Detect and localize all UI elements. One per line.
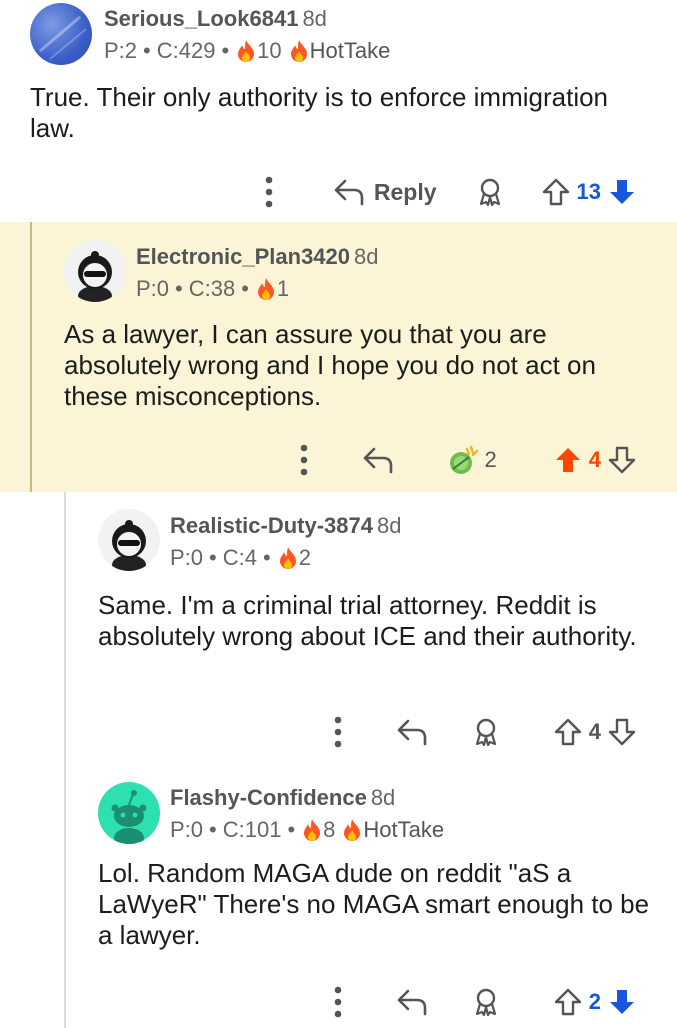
reply-button[interactable]: Reply: [332, 177, 437, 207]
award-count: 2: [484, 447, 497, 472]
award-icon: [471, 987, 501, 1017]
comment-actions: 2: [303, 982, 637, 1022]
avatar[interactable]: [98, 509, 160, 571]
upvote-icon[interactable]: [553, 445, 583, 475]
comment-serious-look: Serious_Look6841 8d P:2 • C:429 • 10 HotT…: [0, 0, 677, 222]
user-stats: P:0 • C:4 • 2: [170, 545, 311, 570]
reply-label: Reply: [373, 178, 437, 205]
comment-karma: C:429: [156, 38, 216, 63]
more-button[interactable]: [333, 985, 343, 1019]
username[interactable]: Realistic-Duty-3874 8d: [170, 513, 401, 539]
more-button[interactable]: [333, 715, 343, 749]
award-given-icon: [449, 445, 478, 474]
downvote-icon[interactable]: [607, 987, 637, 1017]
award-button[interactable]: [471, 717, 501, 747]
comment-body: As a lawyer, I can assure you that you a…: [64, 319, 596, 411]
comment-karma: C:4: [222, 545, 257, 570]
username-text[interactable]: Realistic-Duty-3874: [170, 513, 373, 538]
vote-controls: 4: [553, 717, 637, 747]
fire-icon: [235, 39, 257, 63]
vote-controls: 4: [553, 445, 637, 475]
award-button[interactable]: [475, 177, 505, 207]
fire-count: 1: [276, 276, 290, 301]
downvote-icon[interactable]: [607, 445, 637, 475]
username-text[interactable]: Electronic_Plan3420: [136, 244, 350, 269]
upvote-icon[interactable]: [553, 987, 583, 1017]
avatar[interactable]: [30, 3, 92, 65]
comment-actions: Reply 13: [234, 172, 637, 212]
more-icon: [333, 715, 343, 749]
award-icon: [475, 177, 505, 207]
fire-count: 8: [323, 817, 336, 842]
comment-actions: 2 4: [269, 440, 638, 480]
comment-karma: C:38: [188, 276, 236, 301]
post-karma: P:0: [170, 817, 204, 842]
fire-icon: [277, 546, 299, 570]
fire-count: 2: [298, 545, 311, 570]
user-flair: HotTake: [309, 38, 391, 63]
award-button[interactable]: [471, 987, 501, 1017]
username[interactable]: Electronic_Plan3420 8d: [136, 244, 379, 270]
user-stats: P:0 • C:38 • 1: [136, 276, 290, 301]
comment-age: 8d: [370, 785, 396, 810]
comment-body: True. Their only authority is to enforce…: [30, 82, 609, 143]
reply-icon: [332, 177, 366, 207]
comment-body: Same. I'm a criminal trial attorney. Red…: [98, 590, 637, 651]
award-button[interactable]: 2: [447, 443, 497, 477]
comment-age: 8d: [376, 513, 402, 538]
downvote-icon[interactable]: [607, 177, 637, 207]
comment-electronic-plan: Electronic_Plan3420 8d P:0 • C:38 • 1 As …: [0, 222, 677, 492]
vote-controls: 2: [553, 987, 637, 1017]
user-flair: HotTake: [363, 817, 445, 842]
reply-icon: [361, 445, 395, 475]
reply-icon: [395, 987, 429, 1017]
thread-line[interactable]: [64, 492, 66, 762]
more-icon: [333, 985, 343, 1019]
reply-icon: [395, 717, 429, 747]
reply-button[interactable]: [361, 445, 395, 475]
more-button[interactable]: [299, 443, 309, 477]
comment-actions: 4: [303, 712, 637, 752]
avatar[interactable]: [64, 240, 126, 302]
fire-count: 10: [257, 38, 282, 63]
post-karma: P:0: [170, 545, 204, 570]
more-icon: [264, 175, 274, 209]
username-text[interactable]: Serious_Look6841: [104, 6, 298, 31]
thread-line[interactable]: [64, 762, 66, 1028]
more-button[interactable]: [264, 175, 274, 209]
username[interactable]: Flashy-Confidence 8d: [170, 785, 395, 811]
reply-button[interactable]: [395, 717, 429, 747]
fire-icon: [301, 818, 323, 842]
vote-count: 13: [576, 179, 601, 204]
post-karma: P:0: [136, 276, 170, 301]
post-karma: P:2: [104, 38, 138, 63]
downvote-icon[interactable]: [607, 717, 637, 747]
avatar[interactable]: [98, 782, 160, 844]
comment-body: Lol. Random MAGA dude on reddit "aS a La…: [98, 858, 650, 950]
comment-karma: C:101: [222, 817, 282, 842]
more-icon: [299, 443, 309, 477]
vote-count: 4: [588, 719, 601, 744]
comment-age: 8d: [354, 244, 379, 269]
vote-controls: 13: [541, 177, 637, 207]
user-stats: P:2 • C:429 • 10 HotTake: [104, 38, 391, 63]
upvote-icon[interactable]: [553, 717, 583, 747]
user-stats: P:0 • C:101 • 8 HotTake: [170, 817, 445, 842]
award-icon: [471, 717, 501, 747]
vote-count: 4: [588, 447, 601, 472]
vote-count: 2: [588, 989, 601, 1014]
thread-line[interactable]: [30, 222, 32, 492]
fire-icon: [341, 818, 363, 842]
fire-icon: [288, 39, 310, 63]
upvote-icon[interactable]: [541, 177, 571, 207]
username[interactable]: Serious_Look6841 8d: [104, 6, 327, 32]
reply-button[interactable]: [395, 987, 429, 1017]
fire-icon: [255, 277, 277, 301]
comment-age: 8d: [302, 6, 327, 31]
username-text[interactable]: Flashy-Confidence: [170, 785, 367, 810]
